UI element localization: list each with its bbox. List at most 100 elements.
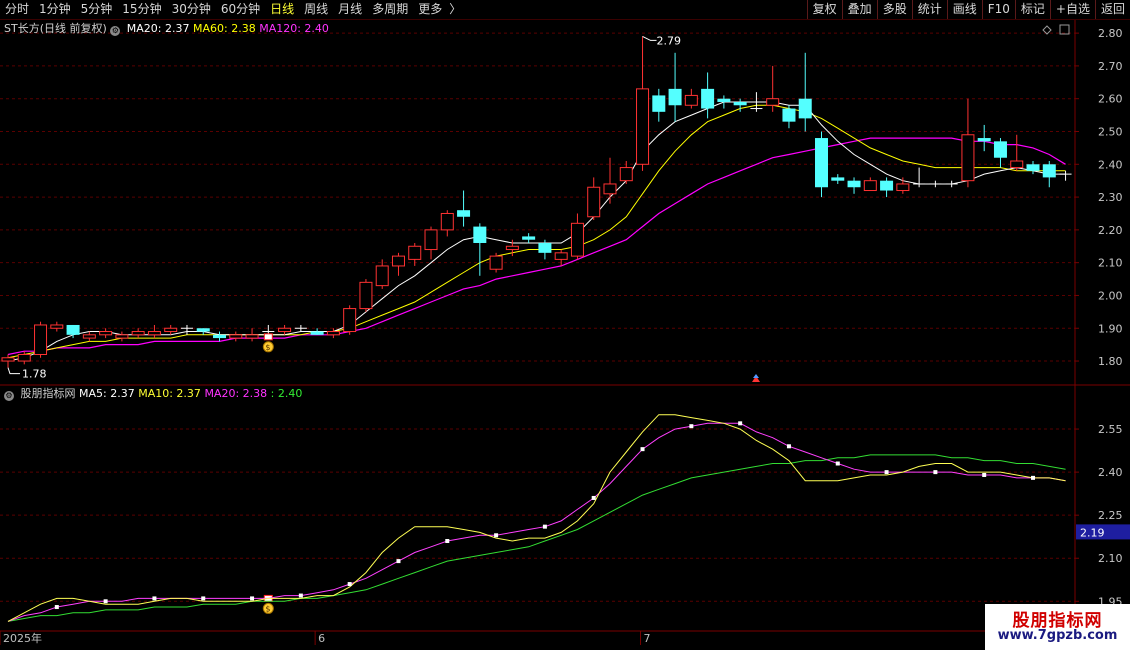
toolbar-buttons: 复权 叠加 多股 统计 画线 F10 标记 +自选 返回 xyxy=(806,0,1130,19)
period-tab-4[interactable]: 30分钟 xyxy=(167,0,216,19)
sub-tick-label: 2.55 xyxy=(1098,423,1123,436)
toolbar-button-0[interactable]: 复权 xyxy=(806,0,842,19)
price-tick-label: 2.70 xyxy=(1098,60,1123,73)
money-bag-icon-sub-symbol: $ xyxy=(265,604,270,613)
toolbar-button-6[interactable]: 标记 xyxy=(1014,0,1050,19)
sub-legend-extra: : 2.40 xyxy=(270,387,303,400)
sub-ma10-marker xyxy=(884,470,889,475)
sub-ma10-marker xyxy=(835,461,840,466)
toolbar-button-4[interactable]: 画线 xyxy=(946,0,982,19)
toolbar-button-8[interactable]: 返回 xyxy=(1094,0,1130,19)
sub-ma10-marker xyxy=(982,472,987,477)
period-tab-3[interactable]: 15分钟 xyxy=(117,0,166,19)
legend-ma120: MA120: 2.40 xyxy=(259,22,329,35)
sub-ma10-marker xyxy=(494,533,499,538)
sub-ma10-marker xyxy=(250,596,255,601)
sub-tick-label: 2.40 xyxy=(1098,466,1123,479)
sub-ma10-marker xyxy=(298,593,303,598)
settings-circle-icon[interactable]: ⚙ xyxy=(110,26,121,36)
candle-body-up xyxy=(375,265,389,287)
sub-ma10-marker xyxy=(152,596,157,601)
candle-body-down xyxy=(831,177,845,181)
candle-body-up xyxy=(961,134,975,182)
candle-body-down xyxy=(717,98,731,102)
price-tick-label: 2.20 xyxy=(1098,224,1123,237)
sub-ma10-marker xyxy=(1031,475,1036,480)
toolbar-button-3[interactable]: 统计 xyxy=(911,0,947,19)
period-tabs: 分时 1分钟 5分钟 15分钟 30分钟 60分钟 日线 周线 月线 多周期 更多〉 xyxy=(0,0,463,19)
sub-ma10-marker xyxy=(640,447,645,452)
sub-ma10-marker xyxy=(201,596,206,601)
chart-canvas: 2.80 2.70 2.60 2.50 2.40 2.30 2.20 2.10 2.00 1.90… xyxy=(0,20,1130,650)
candle-body-down xyxy=(652,95,666,112)
price-tick-label: 2.30 xyxy=(1098,191,1123,204)
candle-body-down xyxy=(1026,164,1040,171)
candle-body-down xyxy=(993,141,1007,158)
period-tab-0[interactable]: 分时 xyxy=(0,0,34,19)
period-tab-9[interactable]: 多周期 xyxy=(367,0,413,19)
candle-body-up xyxy=(1,357,15,362)
candle-body-up xyxy=(587,186,601,218)
ma60-line xyxy=(7,104,1066,359)
sub-ma10-line xyxy=(7,422,1066,622)
period-tab-5[interactable]: 60分钟 xyxy=(216,0,265,19)
indicator-settings-icon[interactable]: ⚙ xyxy=(4,391,14,401)
candle-body-up xyxy=(619,167,633,182)
candle-body-up xyxy=(863,180,877,192)
candle-body-up xyxy=(245,334,259,339)
price-tick-label: 2.60 xyxy=(1098,93,1123,106)
sub-legend-ma20: MA20: 2.38 xyxy=(204,387,268,400)
candle-body-up xyxy=(115,334,129,339)
candle-body-down xyxy=(815,138,828,188)
toolbar-button-5[interactable]: F10 xyxy=(981,0,1015,19)
candle-body-down xyxy=(522,236,536,240)
toolbar-button-7[interactable]: +自选 xyxy=(1049,0,1095,19)
candle-body-down xyxy=(457,210,471,217)
candle-body-up xyxy=(229,334,243,339)
sub-legend: ⚙ 股朋指标网 MA5: 2.37 MA10: 2.37 MA20: 2.38 … xyxy=(4,387,302,401)
price-tick-label: 2.40 xyxy=(1098,158,1123,171)
candle-body-down xyxy=(733,101,747,106)
candle-body-down xyxy=(880,180,894,191)
candle-body-up xyxy=(326,331,340,336)
candle-body-up xyxy=(636,88,650,165)
candle-body-down xyxy=(66,324,80,335)
candle-body-up xyxy=(164,327,178,333)
period-tab-6[interactable]: 日线 xyxy=(265,0,299,19)
candle-body-up xyxy=(50,324,64,329)
price-tick-label: 1.80 xyxy=(1098,355,1123,368)
sub-legend-ma10: MA10: 2.37 xyxy=(138,387,201,400)
main-legend: ST长方(日线 前复权) ⚙ MA20: 2.37 MA60: 2.38 MA1… xyxy=(4,22,329,36)
candle-body-up xyxy=(17,353,31,362)
period-tab-2[interactable]: 5分钟 xyxy=(76,0,118,19)
candle-body-up xyxy=(408,245,422,260)
more-chevron-icon[interactable]: 〉 xyxy=(447,0,463,19)
candle-body-up xyxy=(1010,160,1024,169)
candle-body-down xyxy=(538,242,552,253)
candle-body-down xyxy=(782,108,796,122)
candle-body-up xyxy=(99,331,113,336)
candle-body-up xyxy=(570,222,584,257)
sub-ma10-marker xyxy=(933,470,938,475)
toolbar-button-2[interactable]: 多股 xyxy=(876,0,912,19)
low-pointer xyxy=(7,367,20,375)
time-label: 6 xyxy=(318,632,325,645)
candle-body-up xyxy=(424,229,438,251)
sub-ma10-marker xyxy=(54,605,59,610)
period-tab-7[interactable]: 周线 xyxy=(299,0,333,19)
ma20-line xyxy=(7,101,1066,362)
period-tab-1[interactable]: 1分钟 xyxy=(34,0,76,19)
legend-ma60: MA60: 2.38 xyxy=(193,22,256,35)
period-tab-8[interactable]: 月线 xyxy=(333,0,367,19)
period-tab-10[interactable]: 更多 xyxy=(413,0,447,19)
sub-ma10-marker xyxy=(445,539,450,544)
candle-body-up xyxy=(603,183,617,195)
candle-body-down xyxy=(668,88,682,106)
money-bag-icon-main-symbol: $ xyxy=(265,343,270,352)
sub-ma10-marker xyxy=(347,582,352,587)
money-bag-icon-main-flag xyxy=(263,333,273,341)
sub-ma5-line xyxy=(7,414,1066,622)
watermark-url: www.7gpzb.com xyxy=(997,628,1118,643)
toolbar-button-1[interactable]: 叠加 xyxy=(841,0,877,19)
sub-ma10-marker xyxy=(738,421,743,426)
